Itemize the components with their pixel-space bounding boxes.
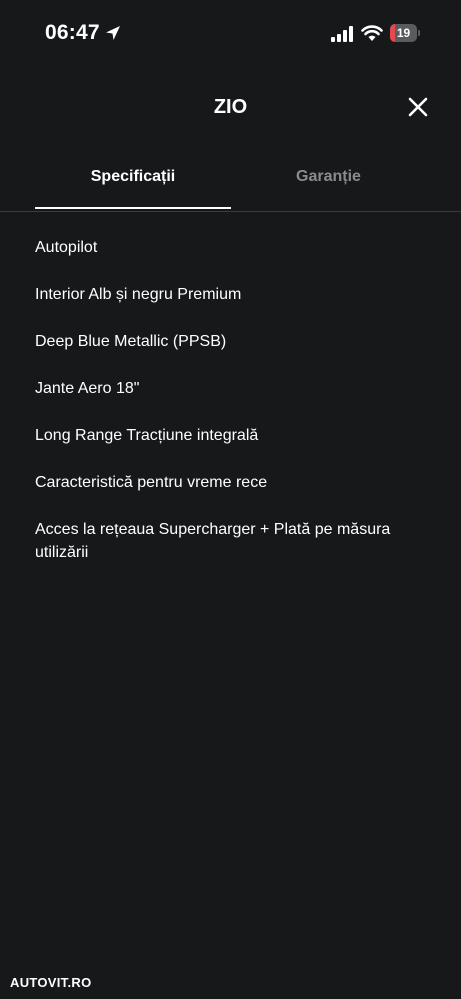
tab-garantie[interactable]: Garanție — [231, 168, 426, 186]
location-arrow-icon — [106, 26, 120, 40]
status-bar: 06:47 19 — [0, 0, 461, 68]
battery-level-text: 19 — [396, 26, 411, 40]
tab-bar: Specificații Garanție — [0, 160, 461, 212]
wifi-icon — [361, 25, 383, 41]
active-tab-indicator — [35, 207, 231, 209]
list-item: Caracteristică pentru vreme rece — [35, 474, 268, 491]
list-item: Deep Blue Metallic (PPSB) — [35, 333, 227, 350]
page-title: ZIO — [213, 96, 248, 118]
battery-icon: 19 — [390, 24, 420, 42]
status-time: 06:47 — [45, 21, 100, 44]
list-item: Autopilot — [35, 239, 98, 256]
specifications-list: Autopilot Interior Alb și negru Premium … — [35, 236, 435, 588]
list-item: Jante Aero 18" — [35, 380, 140, 397]
list-item: Acces la rețeaua Supercharger + Plată pe… — [35, 521, 391, 561]
close-icon[interactable] — [406, 95, 430, 119]
list-item: Long Range Tracțiune integrală — [35, 427, 259, 444]
cellular-signal-icon — [331, 26, 353, 42]
list-item: Interior Alb și negru Premium — [35, 286, 242, 303]
tab-specificatii[interactable]: Specificații — [35, 168, 231, 186]
watermark-logo: AUTOVIT.RO — [10, 975, 92, 990]
